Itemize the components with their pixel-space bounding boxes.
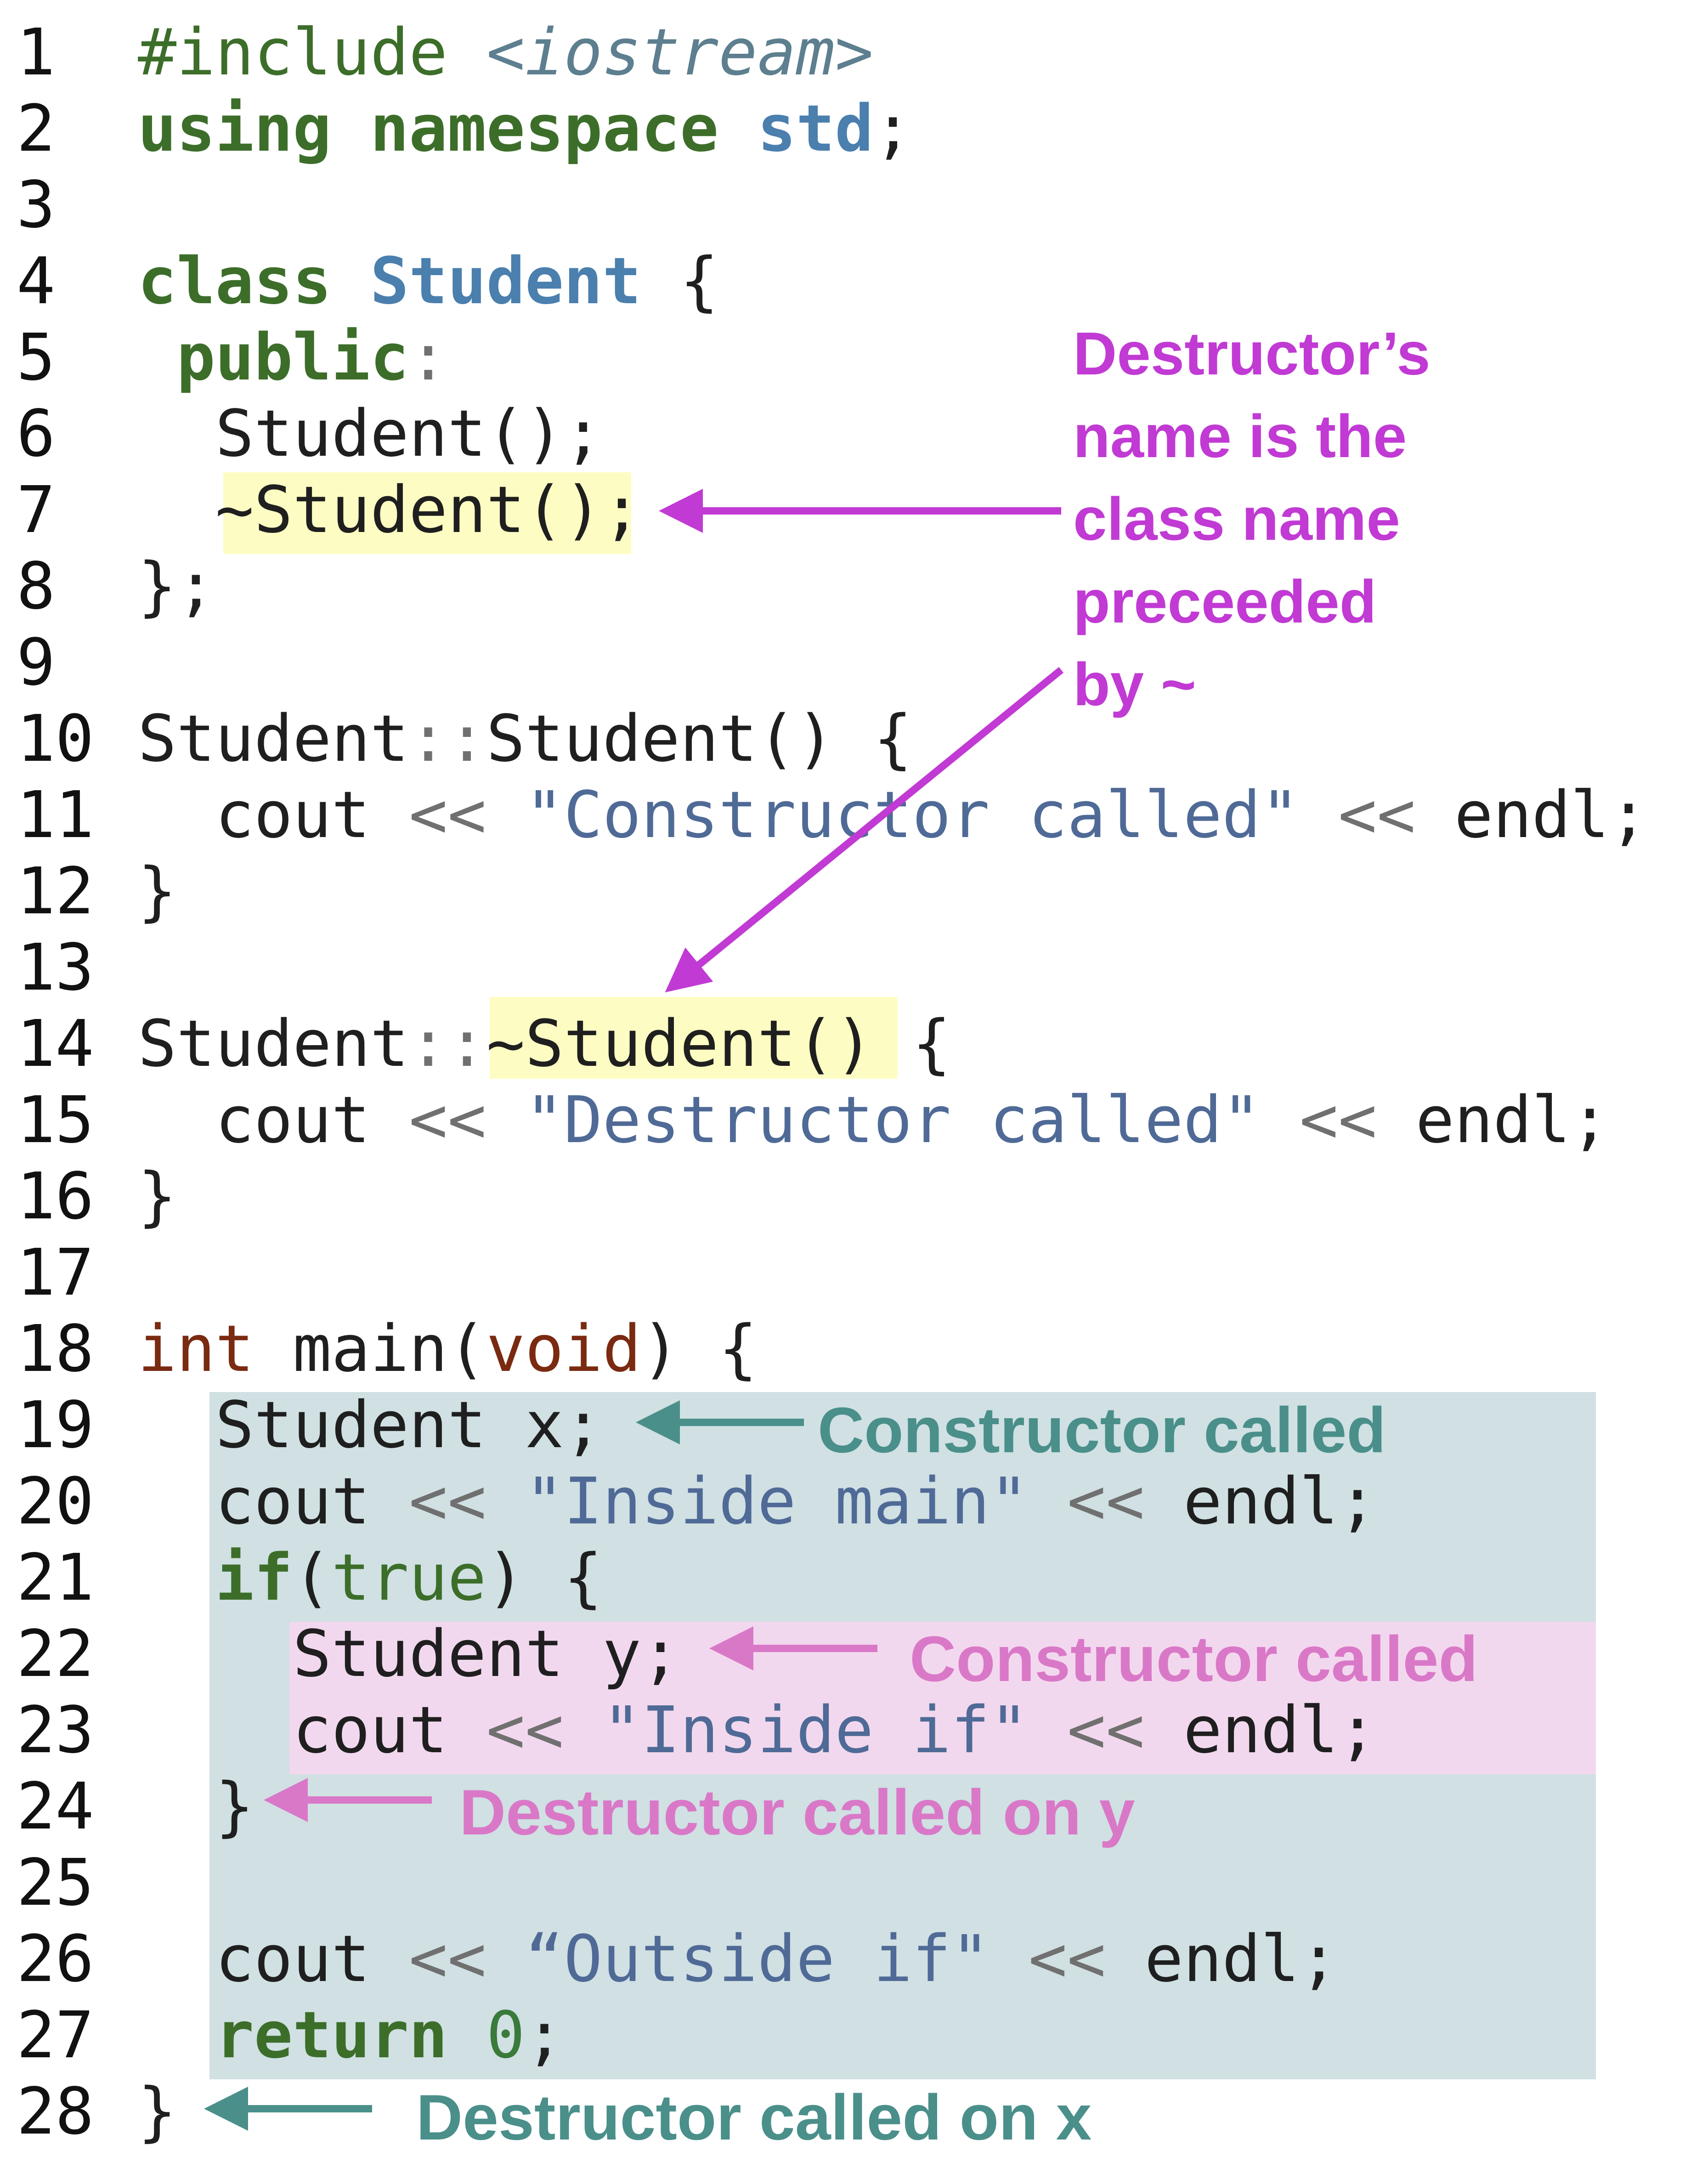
constructor-called-x-note: Constructor called	[818, 1394, 1386, 1466]
constructor-called-y-note: Constructor called	[910, 1623, 1478, 1695]
destructor-called-y-note: Destructor called on y	[459, 1776, 1135, 1848]
code-diagram: 1 #include <iostream> 2 using namespace std…	[0, 0, 1708, 2168]
destructor-called-x-note: Destructor called on x	[416, 2081, 1092, 2153]
destructor-name-note: Destructor’s name is the class name prec…	[1073, 320, 1431, 718]
arrow-to-definition	[665, 667, 1064, 993]
